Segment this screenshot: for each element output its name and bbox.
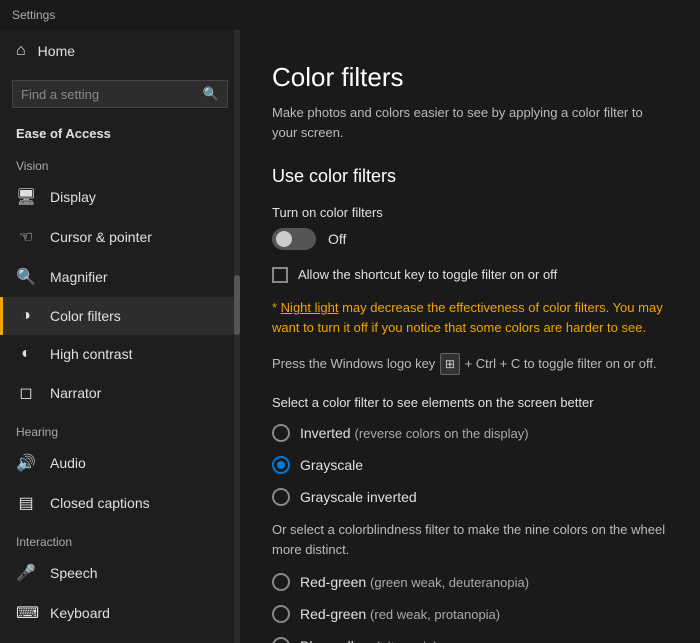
keyboard-icon: ⌨ <box>16 603 36 623</box>
radio-bold-red-green-weak: Red-green <box>300 574 366 590</box>
radio-label-grayscale: Grayscale <box>300 457 363 473</box>
sidebar-item-label-narrator: Narrator <box>50 385 101 401</box>
page-title: Color filters <box>272 62 668 93</box>
magnifier-icon: 🔍 <box>16 267 36 287</box>
speech-icon: 🎤 <box>16 563 36 583</box>
radio-circle-inverted[interactable] <box>272 424 290 442</box>
shortcut-text: Press the Windows logo key ⊞ + Ctrl + C … <box>272 353 668 375</box>
sidebar-item-label-keyboard: Keyboard <box>50 605 110 621</box>
radio-grayscale[interactable]: Grayscale <box>272 456 668 474</box>
radio-label-red-green-weak2: Red-green (red weak, protanopia) <box>300 606 500 622</box>
section-title: Use color filters <box>272 166 668 187</box>
search-box[interactable]: 🔍 <box>12 80 228 108</box>
radio-circle-red-green-weak[interactable] <box>272 573 290 591</box>
warning-text: * Night light may decrease the effective… <box>272 298 668 337</box>
sidebar-item-label-cursor: Cursor & pointer <box>50 229 152 245</box>
radio-label-grayscale-inverted: Grayscale inverted <box>300 489 417 505</box>
scrollbar-track[interactable] <box>234 30 240 643</box>
select-label: Select a color filter to see elements on… <box>272 395 668 410</box>
night-light-link[interactable]: Night light <box>281 300 339 315</box>
main-layout: ⌂ Home 🔍 Ease of Access Vision 🖥 Display… <box>0 30 700 643</box>
toggle-row: Off <box>272 228 668 250</box>
scrollbar-thumb[interactable] <box>234 275 240 335</box>
breadcrumb: Ease of Access <box>0 116 240 147</box>
radio-bold-grayscale-inverted: Grayscale inverted <box>300 489 417 505</box>
sidebar-item-speech[interactable]: 🎤 Speech <box>0 553 240 593</box>
sidebar-item-color-filters[interactable]: ◑ Color filters <box>0 297 240 335</box>
radio-label-inverted: Inverted (reverse colors on the display) <box>300 425 529 441</box>
shortcut-checkbox[interactable] <box>272 267 288 283</box>
home-icon: ⌂ <box>16 42 26 60</box>
radio-circle-grayscale[interactable] <box>272 456 290 474</box>
radio-bold-blue-yellow: Blue-yellow <box>300 638 372 643</box>
sidebar-item-keyboard[interactable]: ⌨ Keyboard <box>0 593 240 633</box>
content-area: Color filters Make photos and colors eas… <box>240 30 700 643</box>
radio-label-red-green-weak: Red-green (green weak, deuteranopia) <box>300 574 529 590</box>
title-bar-label: Settings <box>12 8 55 22</box>
sidebar: ⌂ Home 🔍 Ease of Access Vision 🖥 Display… <box>0 30 240 643</box>
sidebar-item-label-display: Display <box>50 189 96 205</box>
sidebar-item-high-contrast[interactable]: ◐ High contrast <box>0 335 240 373</box>
sidebar-item-cursor-pointer[interactable]: ☜ Cursor & pointer <box>0 217 240 257</box>
sidebar-item-home[interactable]: ⌂ Home <box>0 30 240 72</box>
closed-captions-icon: ▤ <box>16 493 36 513</box>
section-label-interaction: Interaction <box>0 523 240 553</box>
title-bar: Settings <box>0 0 700 30</box>
section-label-hearing: Hearing <box>0 413 240 443</box>
sidebar-item-label-high-contrast: High contrast <box>50 346 132 362</box>
sidebar-item-magnifier[interactable]: 🔍 Magnifier <box>0 257 240 297</box>
shortcut-prefix: Press the Windows logo key <box>272 356 439 371</box>
toggle-thumb <box>276 231 292 247</box>
shortcut-checkbox-row: Allow the shortcut key to toggle filter … <box>272 266 668 284</box>
windows-key-badge: ⊞ <box>440 353 460 375</box>
shortcut-middle: + Ctrl + C to toggle filter on or off. <box>461 356 657 371</box>
radio-circle-red-green-weak2[interactable] <box>272 605 290 623</box>
radio-blue-yellow[interactable]: Blue-yellow (tritanopia) <box>272 637 668 643</box>
shortcut-checkbox-label: Allow the shortcut key to toggle filter … <box>298 266 557 284</box>
search-icon: 🔍 <box>203 86 219 102</box>
radio-circle-grayscale-inverted[interactable] <box>272 488 290 506</box>
radio-inner-grayscale <box>277 461 285 469</box>
cursor-pointer-icon: ☜ <box>16 227 36 247</box>
sidebar-item-audio[interactable]: 🔊 Audio <box>0 443 240 483</box>
sidebar-item-label-color-filters: Color filters <box>50 308 121 324</box>
colorblind-label: Or select a colorblindness filter to mak… <box>272 520 668 559</box>
radio-bold-grayscale: Grayscale <box>300 457 363 473</box>
sidebar-item-label-closed-captions: Closed captions <box>50 495 150 511</box>
radio-sub-red-green-weak: (green weak, deuteranopia) <box>370 575 529 590</box>
toggle-label: Turn on color filters <box>272 205 668 220</box>
audio-icon: 🔊 <box>16 453 36 473</box>
radio-red-green-weak2[interactable]: Red-green (red weak, protanopia) <box>272 605 668 623</box>
color-filter-toggle[interactable] <box>272 228 316 250</box>
radio-sub-red-green-weak2: (red weak, protanopia) <box>370 607 500 622</box>
radio-red-green-weak[interactable]: Red-green (green weak, deuteranopia) <box>272 573 668 591</box>
radio-circle-blue-yellow[interactable] <box>272 637 290 643</box>
radio-inverted[interactable]: Inverted (reverse colors on the display) <box>272 424 668 442</box>
radio-label-blue-yellow: Blue-yellow (tritanopia) <box>300 638 438 643</box>
radio-sub-inverted: (reverse colors on the display) <box>354 426 528 441</box>
search-input[interactable] <box>21 87 203 102</box>
section-label-vision: Vision <box>0 147 240 177</box>
sidebar-item-narrator[interactable]: ◻ Narrator <box>0 373 240 413</box>
sidebar-item-display[interactable]: 🖥 Display <box>0 177 240 217</box>
high-contrast-icon: ◐ <box>16 345 36 363</box>
radio-bold-red-green-weak2: Red-green <box>300 606 366 622</box>
radio-grayscale-inverted[interactable]: Grayscale inverted <box>272 488 668 506</box>
sidebar-item-label-audio: Audio <box>50 455 86 471</box>
toggle-state-label: Off <box>328 231 346 247</box>
sidebar-item-label-speech: Speech <box>50 565 97 581</box>
narrator-icon: ◻ <box>16 383 36 403</box>
color-filters-icon: ◑ <box>16 307 36 325</box>
radio-bold-inverted: Inverted <box>300 425 351 441</box>
sidebar-item-closed-captions[interactable]: ▤ Closed captions <box>0 483 240 523</box>
page-description: Make photos and colors easier to see by … <box>272 103 668 142</box>
sidebar-home-label: Home <box>38 43 75 59</box>
radio-sub-blue-yellow: (tritanopia) <box>375 639 437 643</box>
display-icon: 🖥 <box>16 187 36 207</box>
sidebar-item-label-magnifier: Magnifier <box>50 269 108 285</box>
